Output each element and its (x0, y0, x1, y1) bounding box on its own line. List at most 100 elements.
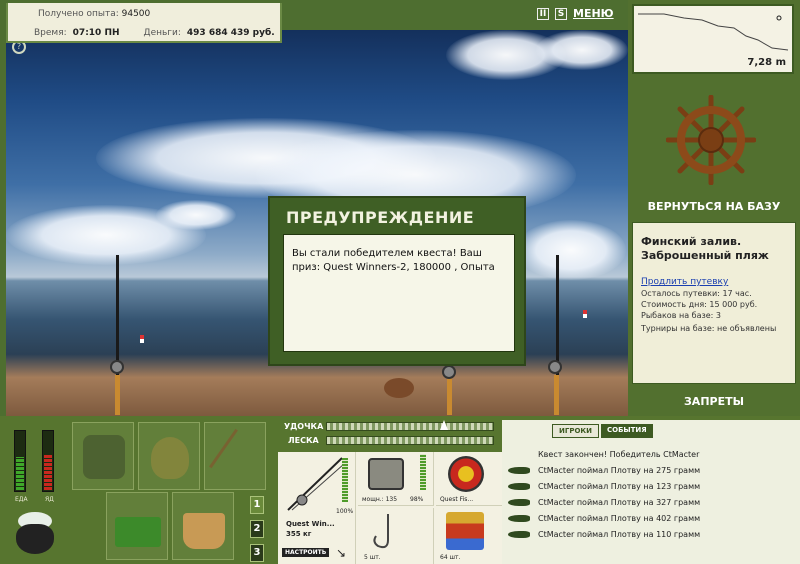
event-text: CtMacter поймал Плотву на 327 грамм (538, 497, 701, 507)
fish-icon (508, 482, 530, 490)
bottom-panel: ЕДА ЯД 1 2 3 УДОЧКА ЛЕСКА 100% Quest Win… (0, 416, 800, 564)
events-panel: ИГРОКИ СОБЫТИЯ Квест закончен! Победител… (502, 420, 800, 564)
tab-events[interactable]: СОБЫТИЯ (600, 424, 653, 438)
list-item: CtMacter поймал Плотву на 110 грамм (508, 526, 794, 542)
hook-count: 5 шт. (364, 554, 381, 561)
warning-dialog: ПРЕДУПРЕЖДЕНИЕ Вы стали победителем квес… (268, 196, 526, 366)
tackle-slots: 100% Quest Win... 355 кг НАСТРОИТЬ ↘ мощ… (278, 452, 502, 564)
fishing-line-icon (448, 456, 484, 492)
reel-durability: 98% (410, 496, 424, 503)
sack-icon (151, 437, 189, 479)
reel-slot[interactable]: мощн.: 135 98% (358, 452, 434, 506)
fishers-on-base: Рыбаков на базе: 3 (641, 311, 721, 320)
bobber-icon (583, 310, 587, 318)
backpack-icon (83, 435, 125, 479)
event-text: CtMacter поймал Плотву на 275 грамм (538, 465, 701, 475)
line-slot[interactable]: Quest Fis... (436, 452, 502, 506)
reel-icon (442, 365, 456, 379)
depth-chart: 7,28 m (632, 4, 794, 74)
extend-pass-link[interactable]: Продлить путевку (641, 277, 787, 287)
line-gauge-label: ЛЕСКА (288, 436, 319, 445)
menu-button[interactable]: МЕНЮ (573, 7, 614, 20)
bait-slot[interactable]: 64 шт. (436, 508, 502, 564)
inventory-slot-net[interactable] (204, 422, 266, 490)
time-value: 07:10 ПН (72, 28, 120, 38)
rod-durability: 100% (336, 508, 354, 515)
events-tabs: ИГРОКИ СОБЫТИЯ (552, 424, 653, 438)
ship-wheel-icon[interactable] (666, 95, 756, 185)
inventory-slot-sack[interactable] (138, 422, 200, 490)
list-item: CtMacter поймал Плотву на 275 грамм (508, 462, 794, 478)
event-text: CtMacter поймал Плотву на 123 грамм (538, 481, 701, 491)
tackle-panel: УДОЧКА ЛЕСКА 100% Quest Win... 355 кг НА… (278, 416, 502, 564)
rod-icon (287, 457, 345, 511)
rod-tension-marker (439, 420, 448, 430)
return-to-base-button[interactable]: ВЕРНУТЬСЯ НА БАЗУ (628, 200, 800, 213)
line-name: Quest Fis... (440, 496, 474, 503)
food-label: ЕДА (15, 496, 28, 503)
fish-icon (508, 498, 530, 506)
slot-page-3-button[interactable]: 3 (250, 544, 264, 562)
list-item: CtMacter поймал Плотву на 123 грамм (508, 478, 794, 494)
inventory-slot-backpack[interactable] (72, 422, 134, 490)
tournaments-status: Турниры на базе: не объявлены (641, 324, 777, 333)
list-item: CtMacter поймал Плотву на 402 грамм (508, 510, 794, 526)
right-panel: 7,28 m ВЕРНУТЬСЯ НА БАЗУ Финский залив. … (628, 0, 800, 416)
location-subname: Заброшенный пляж (641, 249, 769, 262)
events-list: Квест закончен! Победитель CtMacter CtMa… (508, 446, 794, 542)
depth-value: 7,28 m (747, 57, 786, 68)
rod-durability-bar (342, 458, 348, 502)
money-value: 493 684 439 руб. (186, 28, 275, 38)
fish-icon (508, 514, 530, 522)
setup-button[interactable]: НАСТРОИТЬ (282, 548, 330, 557)
cloud (536, 30, 628, 70)
food-basket-icon (115, 517, 161, 547)
fishing-rod-3[interactable] (556, 255, 559, 375)
pause-button[interactable]: II (537, 7, 549, 20)
rock (384, 378, 414, 398)
fish-icon (508, 466, 530, 474)
poison-label: ЯД (45, 496, 54, 503)
poison-meter (42, 430, 54, 492)
food-meter (14, 430, 26, 492)
slot-page-2-button[interactable]: 2 (250, 520, 264, 538)
bait-can-icon (446, 512, 484, 550)
reel-icon (110, 360, 124, 374)
dialog-message: Вы стали победителем квеста! Ваш приз: Q… (283, 234, 515, 352)
rod-handle (554, 375, 559, 415)
inventory-slot-bucket[interactable] (172, 492, 234, 560)
experience-value: 94500 (121, 9, 151, 19)
cauldron-icon[interactable] (12, 512, 58, 556)
fishing-rod-1[interactable] (116, 255, 119, 375)
arrow-down-right-icon[interactable]: ↘ (336, 546, 346, 560)
game-window: ? Получено опыта: 94500 Время: 07:10 ПН … (0, 0, 800, 564)
rod-name: Quest Win... (286, 520, 335, 528)
rod-tension-gauge (326, 422, 494, 431)
reel-item-icon (368, 458, 404, 490)
bans-button[interactable]: ЗАПРЕТЫ (628, 395, 800, 408)
location-name: Финский залив. (641, 235, 742, 248)
reel-icon (548, 360, 562, 374)
tab-players[interactable]: ИГРОКИ (552, 424, 599, 438)
pass-remaining: Осталось путевки: 17 час. (641, 289, 752, 298)
list-item: CtMacter поймал Плотву на 327 грамм (508, 494, 794, 510)
hook-slot[interactable]: 5 шт. (358, 508, 434, 564)
slot-page-1-button[interactable]: 1 (250, 496, 264, 514)
line-tension-gauge (326, 436, 494, 445)
time-label: Время: (34, 28, 67, 38)
sound-button[interactable]: S (555, 7, 567, 20)
location-panel: Финский залив. Заброшенный пляж Продлить… (632, 222, 796, 384)
dialog-title: ПРЕДУПРЕЖДЕНИЕ (286, 208, 475, 227)
food-meter-fill (16, 457, 24, 490)
event-text: Квест закончен! Победитель CtMacter (538, 449, 700, 459)
bucket-icon (183, 513, 225, 549)
bobber-icon (140, 335, 144, 343)
fish-icon (508, 530, 530, 538)
rod-weight: 355 кг (286, 530, 312, 538)
list-item: Квест закончен! Победитель CtMacter (508, 446, 794, 462)
rod-slot[interactable]: 100% Quest Win... 355 кг НАСТРОИТЬ ↘ (278, 452, 356, 564)
bait-count: 64 шт. (440, 554, 461, 561)
cloud (516, 220, 626, 280)
player-info-panel: Получено опыта: 94500 Время: 07:10 ПН Де… (6, 3, 282, 43)
inventory-slot-basket[interactable] (106, 492, 168, 560)
